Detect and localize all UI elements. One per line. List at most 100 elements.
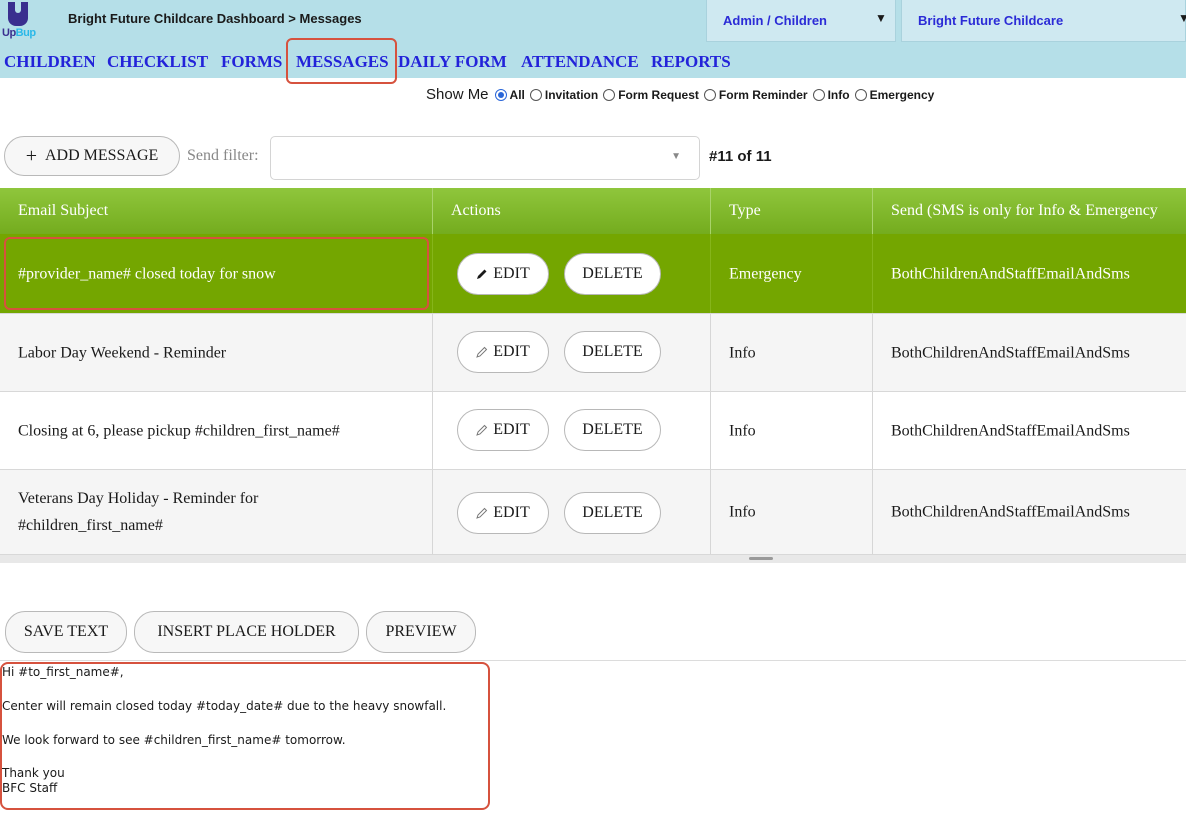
type-text: Info bbox=[729, 421, 756, 439]
record-count: #11 of 11 bbox=[709, 148, 772, 165]
subject-cell: Labor Day Weekend - Reminder bbox=[0, 314, 432, 391]
type-text: Emergency bbox=[729, 264, 802, 282]
delete-label: DELETE bbox=[582, 265, 643, 282]
nav-reports[interactable]: REPORTS bbox=[651, 52, 731, 72]
col-header-actions[interactable]: Actions bbox=[432, 188, 710, 234]
radio-label: Emergency bbox=[869, 87, 935, 102]
subject-text: Labor Day Weekend - Reminder bbox=[18, 343, 227, 361]
center-select-value: Bright Future Childcare bbox=[918, 13, 1064, 28]
send-text: BothChildrenAndStaffEmailAndSms bbox=[891, 343, 1130, 361]
radio-invitation[interactable]: Invitation bbox=[529, 87, 599, 102]
edit-button[interactable]: EDIT bbox=[457, 253, 549, 295]
messages-highlight-box bbox=[286, 38, 397, 84]
edit-button[interactable]: EDIT bbox=[457, 492, 549, 534]
radio-all[interactable]: All bbox=[494, 88, 525, 102]
type-cell: Info bbox=[710, 392, 872, 469]
col-header-send[interactable]: Send (SMS is only for Info & Emergency bbox=[872, 188, 1186, 234]
delete-button[interactable]: DELETE bbox=[564, 409, 661, 451]
pencil-icon bbox=[477, 269, 487, 279]
add-message-label: ADD MESSAGE bbox=[44, 147, 159, 164]
delete-button[interactable]: DELETE bbox=[564, 492, 661, 534]
radio-label: Form Request bbox=[618, 87, 699, 102]
nav-attendance[interactable]: ATTENDANCE bbox=[521, 52, 639, 72]
resize-splitter[interactable] bbox=[0, 555, 1186, 563]
radio-info[interactable]: Info bbox=[812, 87, 850, 102]
type-text: Info bbox=[729, 503, 756, 521]
upbup-logo[interactable]: UpBup bbox=[2, 0, 36, 44]
table-row[interactable]: Closing at 6, please pickup #children_fi… bbox=[0, 392, 1186, 470]
breadcrumb: Bright Future Childcare Dashboard > Mess… bbox=[68, 11, 362, 26]
logo-cup-icon bbox=[8, 2, 28, 26]
edit-label: EDIT bbox=[493, 265, 530, 282]
logo-text: UpBup bbox=[2, 27, 36, 39]
nav-children[interactable]: CHILDREN bbox=[4, 52, 96, 72]
subject-cell: Veterans Day Holiday - Reminder for #chil… bbox=[0, 470, 432, 554]
send-filter-label: Send filter: bbox=[187, 147, 259, 164]
top-header: UpBup Bright Future Childcare Dashboard … bbox=[0, 0, 1186, 44]
logo-text-bup: Bup bbox=[15, 27, 36, 39]
send-text: BothChildrenAndStaffEmailAndSms bbox=[891, 503, 1130, 521]
main-nav: CHILDREN CHECKLIST FORMS MESSAGES DAILY … bbox=[0, 44, 1186, 78]
edit-label: EDIT bbox=[493, 343, 530, 360]
radio-label: Invitation bbox=[544, 87, 599, 102]
col-header-subject[interactable]: Email Subject bbox=[0, 188, 432, 234]
type-text: Info bbox=[729, 343, 756, 361]
type-cell: Info bbox=[710, 314, 872, 391]
show-me-filter: Show Me All Invitation Form Request Form… bbox=[426, 86, 939, 103]
radio-empty-icon bbox=[812, 88, 825, 101]
center-select[interactable]: Bright Future Childcare ▼ bbox=[901, 0, 1186, 42]
pencil-icon bbox=[476, 424, 488, 436]
actions-cell: EDIT DELETE bbox=[432, 470, 710, 554]
subject-text: Veterans Day Holiday - Reminder for #chil… bbox=[18, 485, 258, 539]
pencil-icon bbox=[476, 346, 488, 358]
delete-label: DELETE bbox=[582, 504, 643, 521]
actions-cell: EDIT DELETE bbox=[432, 392, 710, 469]
send-text: BothChildrenAndStaffEmailAndSms bbox=[891, 264, 1130, 282]
logo-text-up: Up bbox=[2, 27, 16, 39]
save-text-button[interactable]: SAVE TEXT bbox=[5, 611, 127, 653]
show-me-label: Show Me bbox=[426, 86, 489, 103]
delete-label: DELETE bbox=[582, 421, 643, 438]
delete-button[interactable]: DELETE bbox=[564, 253, 661, 295]
send-text: BothChildrenAndStaffEmailAndSms bbox=[891, 421, 1130, 439]
radio-form-reminder[interactable]: Form Reminder bbox=[703, 87, 808, 102]
role-select-value: Admin / Children bbox=[723, 13, 827, 28]
nav-daily-form[interactable]: DAILY FORM bbox=[398, 52, 507, 72]
nav-forms[interactable]: FORMS bbox=[221, 52, 282, 72]
splitter-handle-icon[interactable] bbox=[749, 557, 773, 560]
radio-empty-icon bbox=[854, 88, 867, 101]
subject-highlight-box bbox=[4, 237, 429, 310]
send-cell: BothChildrenAndStaffEmailAndSms bbox=[872, 470, 1186, 554]
col-header-type[interactable]: Type bbox=[710, 188, 872, 234]
insert-placeholder-button[interactable]: INSERT PLACE HOLDER bbox=[134, 611, 359, 653]
plus-icon: + bbox=[25, 144, 37, 167]
subject-text-line: #children_first_name# bbox=[18, 517, 163, 534]
add-message-button[interactable]: + ADD MESSAGE bbox=[4, 136, 180, 176]
radio-empty-icon bbox=[603, 88, 616, 101]
type-cell: Emergency bbox=[710, 234, 872, 313]
table-row[interactable]: Veterans Day Holiday - Reminder for #chil… bbox=[0, 470, 1186, 555]
preview-button[interactable]: PREVIEW bbox=[366, 611, 476, 653]
nav-checklist[interactable]: CHECKLIST bbox=[107, 52, 208, 72]
radio-empty-icon bbox=[529, 88, 542, 101]
edit-label: EDIT bbox=[493, 421, 530, 438]
edit-button[interactable]: EDIT bbox=[457, 331, 549, 373]
radio-form-request[interactable]: Form Request bbox=[603, 88, 699, 102]
delete-button[interactable]: DELETE bbox=[564, 331, 661, 373]
radio-label: Form Reminder bbox=[718, 87, 808, 102]
actions-cell: EDIT DELETE bbox=[432, 314, 710, 391]
role-select[interactable]: Admin / Children ▼ bbox=[706, 0, 896, 42]
send-filter-select[interactable]: ▼ bbox=[270, 136, 700, 180]
actions-cell: EDIT DELETE bbox=[432, 234, 710, 313]
table-header: Email Subject Actions Type Send (SMS is … bbox=[0, 188, 1186, 234]
send-cell: BothChildrenAndStaffEmailAndSms bbox=[872, 314, 1186, 391]
chevron-down-icon: ▼ bbox=[1178, 11, 1186, 25]
radio-emergency[interactable]: Emergency bbox=[854, 87, 935, 102]
radio-empty-icon bbox=[703, 88, 716, 101]
radio-label: Info bbox=[827, 87, 850, 102]
subject-text-line: Veterans Day Holiday - Reminder for bbox=[18, 489, 259, 507]
edit-button[interactable]: EDIT bbox=[457, 409, 549, 451]
table-row[interactable]: Labor Day Weekend - Reminder EDIT DELETE… bbox=[0, 314, 1186, 392]
subject-text: Closing at 6, please pickup #children_fi… bbox=[18, 421, 340, 439]
pencil-icon bbox=[476, 507, 488, 519]
